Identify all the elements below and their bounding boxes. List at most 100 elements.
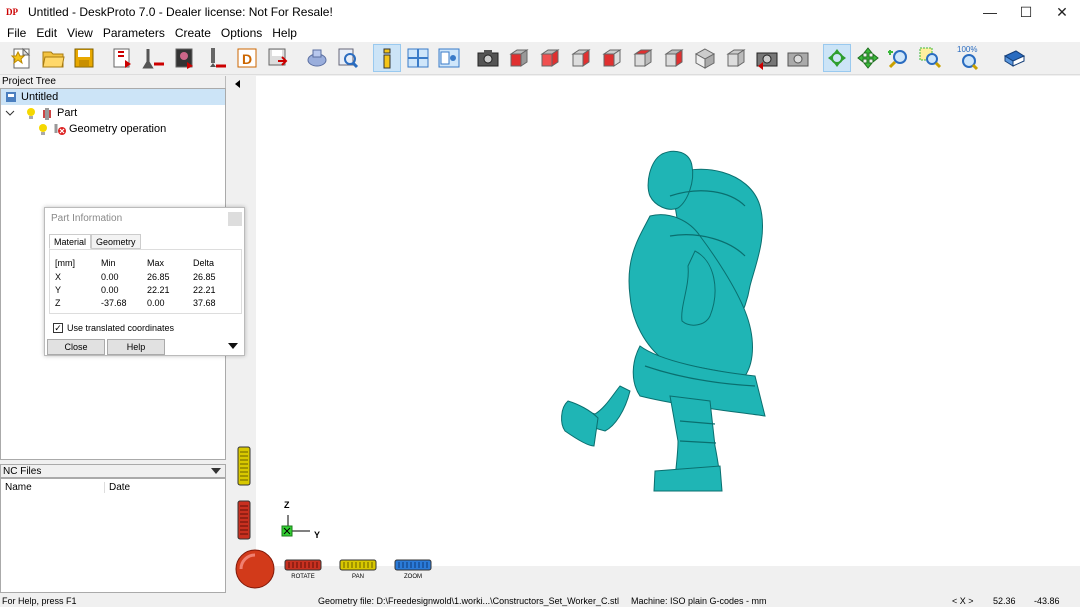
- lightbulb-icon[interactable]: [25, 107, 37, 119]
- view-left-button[interactable]: [567, 44, 595, 72]
- close-icon[interactable]: ✕: [1044, 0, 1080, 24]
- column-name[interactable]: Name: [1, 482, 105, 493]
- row-max: 0.00: [147, 298, 165, 308]
- column-date[interactable]: Date: [105, 482, 130, 493]
- chevron-down-icon[interactable]: [5, 107, 15, 119]
- help-button[interactable]: Help: [107, 339, 165, 355]
- dialog-tabs: Material Geometry: [49, 234, 141, 249]
- view-front-button[interactable]: [505, 44, 533, 72]
- view-top-button[interactable]: [629, 44, 657, 72]
- load-part-button[interactable]: [109, 44, 137, 72]
- menu-edit[interactable]: Edit: [31, 26, 62, 40]
- pan-slider-icon: [339, 559, 377, 571]
- new-project-button[interactable]: [8, 44, 36, 72]
- rotate-mode-button[interactable]: [823, 44, 851, 72]
- tree-item-part[interactable]: Part: [1, 105, 225, 121]
- menu-file[interactable]: File: [2, 26, 31, 40]
- grid-layout-icon: [407, 48, 429, 68]
- tree-item-label: Untitled: [21, 91, 59, 103]
- close-button[interactable]: Close: [47, 339, 105, 355]
- cube-bottom-icon: [664, 49, 684, 67]
- maximize-icon[interactable]: ☐: [1008, 0, 1044, 24]
- nc-files-header[interactable]: NC Files: [0, 464, 226, 478]
- simulation-icon: [307, 49, 327, 67]
- zoom-100-button[interactable]: 100%: [955, 44, 983, 72]
- save-nc-button[interactable]: [264, 44, 292, 72]
- preview-button[interactable]: [334, 44, 362, 72]
- tab-geometry[interactable]: Geometry: [91, 234, 141, 249]
- image-icon: [175, 48, 193, 69]
- view-window-button[interactable]: [435, 44, 463, 72]
- part-icon: [41, 107, 53, 120]
- row-axis: X: [55, 272, 62, 282]
- row-delta: 26.85: [193, 272, 216, 282]
- window-title: Untitled - DeskProto 7.0 - Dealer licens…: [28, 5, 333, 19]
- part-information-button[interactable]: [373, 44, 401, 72]
- tree-item-geometry-operation[interactable]: Geometry operation: [1, 121, 225, 137]
- zoom-mode-button[interactable]: [885, 44, 913, 72]
- project-tree-header: Project Tree: [0, 76, 226, 88]
- next-view-button[interactable]: [784, 44, 812, 72]
- view-back-button[interactable]: [536, 44, 564, 72]
- layout-button[interactable]: [404, 44, 432, 72]
- menu-parameters[interactable]: Parameters: [98, 26, 170, 40]
- pan-mode-button[interactable]: [854, 44, 882, 72]
- translated-coordinates-checkbox[interactable]: ✓ Use translated coordinates: [53, 323, 174, 333]
- previous-view-button[interactable]: [753, 44, 781, 72]
- table-row: Y 0.00 22.21 22.21: [50, 285, 243, 297]
- view-bottom-button[interactable]: [660, 44, 688, 72]
- zoom-control[interactable]: ZOOM: [394, 559, 432, 583]
- nc-files-title: NC Files: [3, 466, 42, 477]
- lightbulb-icon[interactable]: [37, 123, 49, 135]
- simulation-button[interactable]: [303, 44, 331, 72]
- menu-help[interactable]: Help: [267, 26, 302, 40]
- dropdown-arrow-icon[interactable]: [211, 468, 221, 474]
- import-part-icon: [113, 48, 131, 68]
- rotate-label: ROTATE: [291, 574, 315, 580]
- zoom-slider-red[interactable]: [237, 500, 251, 540]
- view-iso2-button[interactable]: [722, 44, 750, 72]
- header-min: Min: [101, 258, 116, 268]
- rotate-control[interactable]: ROTATE: [284, 559, 322, 583]
- collapse-arrow-icon[interactable]: [235, 80, 240, 88]
- camera-view-button[interactable]: [474, 44, 502, 72]
- cube-grey-icon: [726, 49, 746, 67]
- bitmap-button[interactable]: [171, 44, 199, 72]
- pan-icon: [857, 47, 879, 69]
- add-operation-button[interactable]: [140, 44, 168, 72]
- tab-material[interactable]: Material: [49, 234, 92, 249]
- minimize-icon[interactable]: —: [972, 0, 1008, 24]
- view-right-button[interactable]: [598, 44, 626, 72]
- drill-button[interactable]: [202, 44, 230, 72]
- rotate-dial-icon[interactable]: [234, 548, 276, 590]
- zoom-slider-yellow[interactable]: [237, 446, 251, 486]
- tree-item-project[interactable]: Untitled: [1, 89, 225, 105]
- menu-create[interactable]: Create: [170, 26, 216, 40]
- dialog-close-icon[interactable]: [228, 212, 242, 226]
- menu-view[interactable]: View: [62, 26, 98, 40]
- new-file-icon: [10, 47, 31, 69]
- manual-button[interactable]: [1000, 44, 1028, 72]
- checkbox-checked-icon[interactable]: ✓: [53, 323, 63, 333]
- view-iso-button[interactable]: [691, 44, 719, 72]
- expand-arrow-icon[interactable]: [228, 343, 238, 349]
- camera-icon: [477, 50, 499, 67]
- 3d-viewport[interactable]: Z Y ROTATE PAN ZOOM: [230, 76, 1080, 594]
- zoom-100-label: 100%: [957, 45, 977, 54]
- axis-indicator: [281, 515, 310, 537]
- header-max: Max: [147, 258, 165, 268]
- pan-control[interactable]: PAN: [339, 559, 377, 583]
- view-control-bar: ROTATE PAN ZOOM: [230, 549, 1080, 594]
- header-unit: [mm]: [55, 258, 75, 268]
- nc-files-list: Name Date: [0, 478, 226, 593]
- cube-top-icon: [633, 49, 653, 67]
- vector-button[interactable]: D: [233, 44, 261, 72]
- zoom-window-button[interactable]: [916, 44, 944, 72]
- save-button[interactable]: [70, 44, 98, 72]
- folder-icon: [42, 51, 65, 68]
- zoom-slider-icon: [394, 559, 432, 571]
- table-header-row: [mm] Min Max Delta: [50, 258, 243, 270]
- zoom-label: ZOOM: [404, 574, 422, 580]
- open-button[interactable]: [39, 44, 67, 72]
- menu-options[interactable]: Options: [216, 26, 267, 40]
